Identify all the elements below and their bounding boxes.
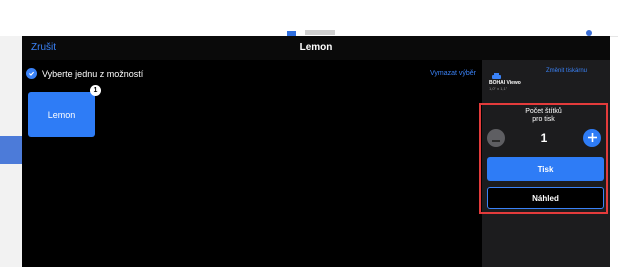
- background-app-title: [305, 30, 335, 35]
- printer-icon: [492, 67, 501, 79]
- modal-header: Zrušit Lemon: [22, 36, 610, 60]
- option-count-badge: 1: [90, 85, 101, 96]
- highlight-annotation: [479, 103, 608, 214]
- options-pane: Vyberte jednu z možností Vymazat výběr L…: [22, 60, 482, 267]
- option-card-lemon[interactable]: Lemon: [28, 92, 95, 137]
- check-circle-icon: [26, 68, 37, 79]
- select-prompt-row: Vyberte jednu z možností: [26, 68, 143, 79]
- change-printer-link[interactable]: Změnit tiskárnu: [546, 68, 587, 74]
- clear-selection-link[interactable]: Vymazat výběr: [430, 70, 476, 77]
- label-size: 1,0" x 1,1": [489, 86, 508, 91]
- background-selected-row: [0, 136, 22, 164]
- select-prompt-label: Vyberte jednu z možností: [42, 68, 144, 79]
- modal-title: Lemon: [299, 42, 333, 53]
- option-label: Lemon: [47, 109, 76, 120]
